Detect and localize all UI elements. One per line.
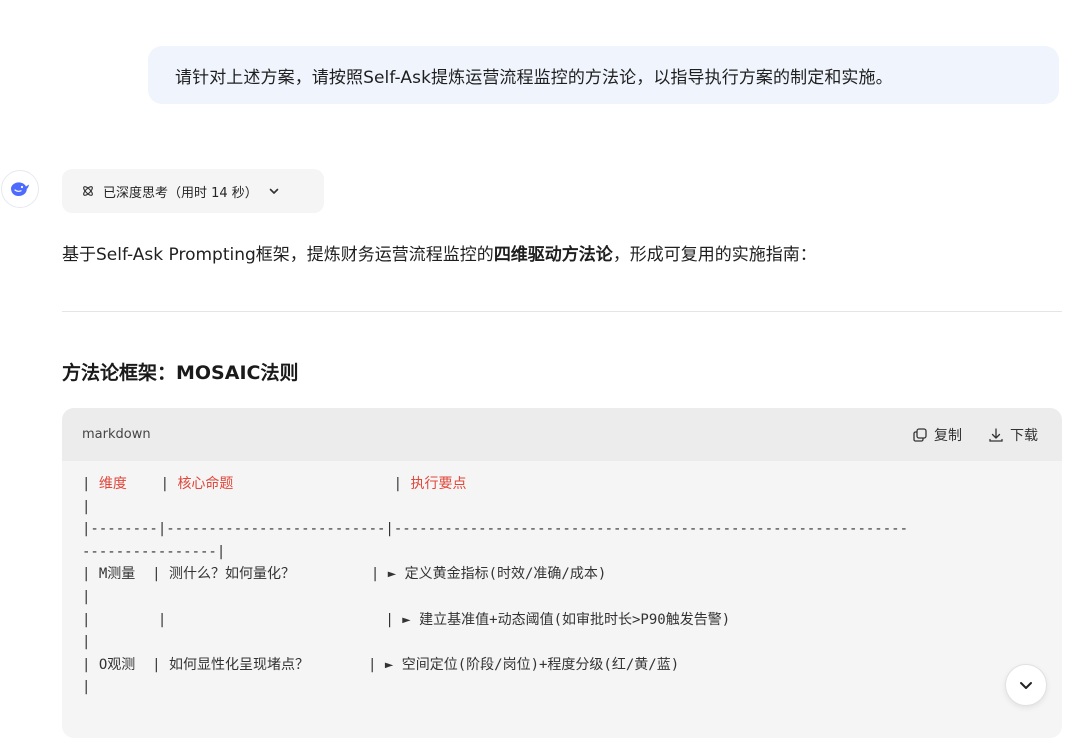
intro-bold: 四维驱动方法论 bbox=[493, 245, 613, 265]
code-line: | bbox=[82, 679, 91, 696]
code-header-col-1: 维度 bbox=[98, 476, 127, 492]
chevron-down-icon bbox=[269, 188, 279, 194]
chevron-down-icon bbox=[1020, 682, 1032, 689]
answer-intro: 基于Self-Ask Prompting框架，提炼财务运营流程监控的四维驱动方法… bbox=[62, 240, 817, 265]
section-heading: 方法论框架：MOSAIC法则 bbox=[62, 362, 299, 384]
download-icon bbox=[989, 427, 1003, 442]
code-line: | O观测 | 如何显性化呈现堵点？ | ► 空间定位(阶段/岗位)+程度分级(… bbox=[82, 656, 680, 673]
assistant-avatar bbox=[1, 170, 39, 208]
code-block: markdown 复制 下载 | 维度 | 核心命题 | 执行要点 | |----- bbox=[62, 408, 1062, 738]
code-line: | M测量 | 测什么？如何量化？ | ► 定义黄金指标(时效/准确/成本) bbox=[82, 566, 607, 583]
code-actions: 复制 下载 bbox=[912, 425, 1038, 445]
intro-text-1: 基于Self-Ask Prompting框架，提炼财务运营流程监控的 bbox=[62, 245, 494, 265]
deep-think-icon bbox=[83, 186, 93, 196]
code-block-header: markdown 复制 下载 bbox=[62, 408, 1062, 461]
code-line: |--------|--------------------------|---… bbox=[82, 521, 909, 538]
code-header-col-3: 执行要点 bbox=[410, 476, 467, 492]
copy-label: 复制 bbox=[934, 427, 962, 444]
copy-button[interactable]: 复制 bbox=[912, 425, 962, 445]
copy-icon bbox=[913, 427, 927, 442]
deepseek-whale-icon bbox=[11, 182, 29, 196]
code-content: | 维度 | 核心命题 | 执行要点 | |--------|-----------… bbox=[62, 461, 1062, 699]
code-line: | bbox=[82, 634, 91, 651]
code-language-label: markdown bbox=[82, 427, 151, 442]
code-line-header: | 维度 | 核心命题 | 执行要点 bbox=[82, 476, 467, 492]
deep-thinking-label: 已深度思考（用时 14 秒） bbox=[103, 185, 258, 201]
scroll-to-bottom-button[interactable] bbox=[1005, 664, 1047, 706]
user-message-bubble: 请针对上述方案，请按照Self-Ask提炼运营流程监控的方法论，以指导执行方案的… bbox=[148, 46, 1059, 104]
code-line: | bbox=[82, 588, 91, 605]
divider bbox=[62, 311, 1062, 312]
code-header-col-2: 核心命题 bbox=[177, 476, 234, 492]
deep-thinking-toggle[interactable]: 已深度思考（用时 14 秒） bbox=[62, 169, 324, 213]
download-label: 下载 bbox=[1010, 427, 1038, 444]
download-button[interactable]: 下载 bbox=[988, 425, 1038, 445]
intro-text-2: ，形成可复用的实施指南： bbox=[612, 245, 817, 265]
code-line: ----------------| bbox=[82, 543, 226, 560]
code-line: | | | ► 建立基准值+动态阈值(如审批时长>P90触发告警) bbox=[82, 611, 731, 628]
code-line: | bbox=[82, 498, 91, 515]
user-message-text: 请针对上述方案，请按照Self-Ask提炼运营流程监控的方法论，以指导执行方案的… bbox=[175, 67, 893, 88]
